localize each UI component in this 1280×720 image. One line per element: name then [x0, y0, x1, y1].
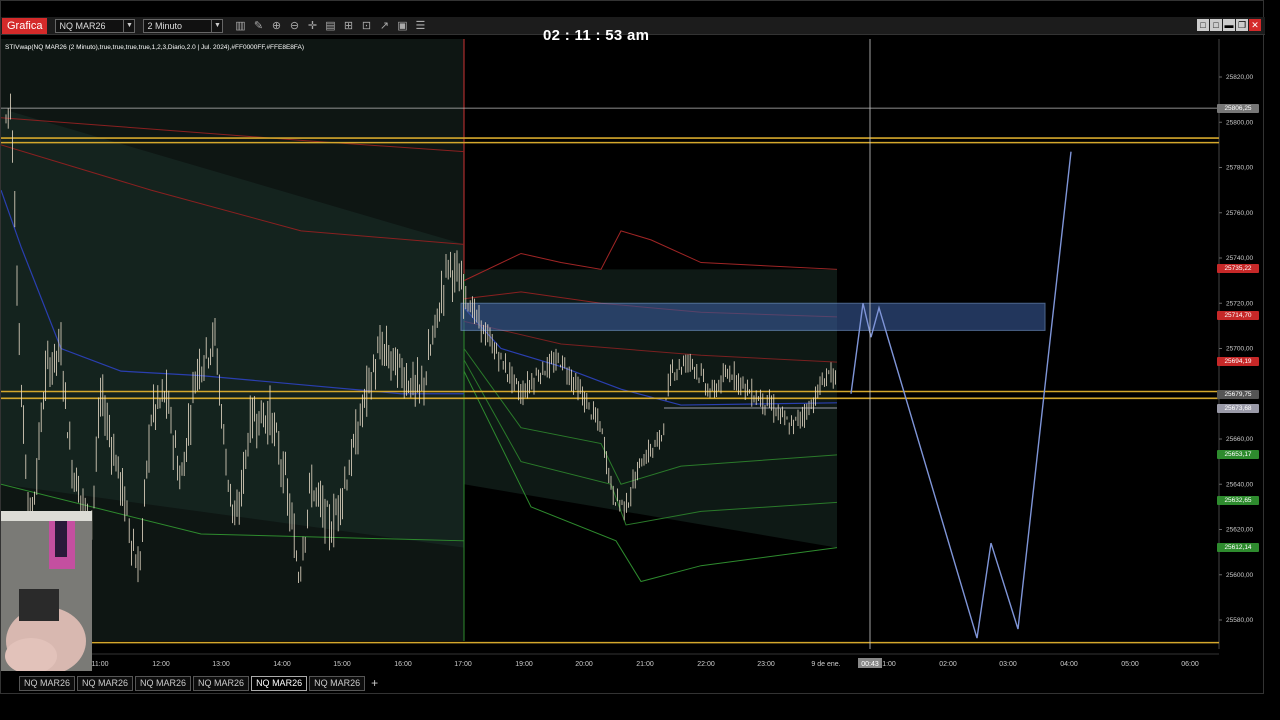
crosshair-time-label: 00:43 [861, 661, 879, 668]
crosshair-icon[interactable]: ✛ [303, 18, 321, 34]
time-tick-label: 03:00 [999, 661, 1017, 668]
price-tag: 25694,19 [1217, 357, 1259, 367]
list-icon[interactable]: ☰ [411, 18, 429, 34]
time-tick-label: 04:00 [1060, 661, 1078, 668]
time-tick-label: 02:00 [939, 661, 957, 668]
restore-button[interactable]: ❐ [1236, 19, 1248, 31]
minimize-button[interactable]: ▬ [1223, 19, 1235, 31]
webcam-overlay [1, 511, 92, 671]
chevron-down-icon: ▼ [211, 19, 222, 32]
price-tag: 25653,17 [1217, 449, 1259, 459]
price-tick-label: 25780,00 [1226, 165, 1253, 172]
tab-instrument[interactable]: NQ MAR26 [135, 675, 192, 691]
app-label: Grafica [2, 17, 48, 34]
zoom-in-icon[interactable]: ⊕ [267, 18, 285, 34]
indicator-label: STIVwap(NQ MAR26 (2 Minuto),true,true,tr… [5, 44, 305, 51]
time-tick-label: 14:00 [273, 661, 291, 668]
price-tag: 25679,75 [1217, 389, 1259, 399]
time-tick-label: 12:00 [152, 661, 170, 668]
tile-button[interactable]: □ [1197, 19, 1209, 31]
time-tick-label: 22:00 [697, 661, 715, 668]
price-tag: 25632,65 [1217, 496, 1259, 506]
time-tick-label: 9 de ene. [811, 661, 840, 668]
price-axis-bg [1219, 39, 1263, 649]
instrument-select-value: NQ MAR26 [59, 20, 106, 31]
time-tick-label: 13:00 [212, 661, 230, 668]
window-buttons: □ □ ▬ ❐ ✕ [1197, 19, 1261, 31]
price-tag: 25714,70 [1217, 310, 1259, 320]
price-tick-label: 25640,00 [1226, 481, 1253, 488]
tab-instrument[interactable]: NQ MAR26 [19, 675, 76, 691]
price-tick-label: 25600,00 [1226, 572, 1253, 579]
strategies-icon[interactable]: ⊡ [357, 18, 375, 34]
time-tick-label: 11:00 [92, 661, 109, 668]
templates-icon[interactable]: ⊞ [339, 18, 357, 34]
zoom-out-icon[interactable]: ⊖ [285, 18, 303, 34]
chart-window: Grafica NQ MAR26 ▼ 2 Minuto ▼ ▥ ✎ ⊕ ⊖ ✛ … [0, 0, 1265, 694]
time-tick-label: 23:00 [757, 661, 775, 668]
time-tick-label: 05:00 [1121, 661, 1139, 668]
properties-icon[interactable]: ▤ [321, 18, 339, 34]
time-tick-label: 17:00 [454, 661, 472, 668]
projection-line [850, 151, 1072, 639]
clock: 02 : 11 : 53 am [543, 27, 650, 44]
tab-instrument[interactable]: NQ MAR26 [77, 675, 134, 691]
drawing-tools-icon[interactable]: ↗ [375, 18, 393, 34]
interval-select[interactable]: 2 Minuto ▼ [143, 18, 224, 33]
price-tag: 25673,68 [1217, 403, 1259, 413]
cascade-button[interactable]: □ [1210, 19, 1222, 31]
price-tick-label: 25740,00 [1226, 255, 1253, 262]
supply-zone-rectangle [460, 302, 1046, 331]
price-tag: 25806,25 [1217, 103, 1259, 113]
time-tick-label: 19:00 [515, 661, 533, 668]
price-tick-label: 25820,00 [1226, 74, 1253, 81]
price-chart[interactable]: 25820,00 25800,00 25780,00 25760,00 25740,00… [1, 39, 1263, 671]
bottom-tabs: NQ MAR26 NQ MAR26 NQ MAR26 NQ MAR26 NQ M… [19, 675, 378, 691]
price-tick-label: 25660,00 [1226, 436, 1253, 443]
time-tick-label: 15:00 [333, 661, 351, 668]
close-button[interactable]: ✕ [1249, 19, 1261, 31]
time-tick-label: 16:00 [394, 661, 412, 668]
chevron-down-icon: ▼ [123, 19, 134, 32]
interval-select-value: 2 Minuto [147, 20, 182, 31]
price-tick-label: 25580,00 [1226, 617, 1253, 624]
tab-instrument[interactable]: NQ MAR26 [193, 675, 250, 691]
time-tick-label: 20:00 [575, 661, 593, 668]
add-tab-button[interactable]: + [371, 676, 378, 690]
tab-instrument-active[interactable]: NQ MAR26 [251, 675, 308, 691]
tab-instrument[interactable]: NQ MAR26 [309, 675, 366, 691]
price-tick-label: 25720,00 [1226, 300, 1253, 307]
pencil-icon[interactable]: ✎ [249, 18, 267, 34]
instrument-select[interactable]: NQ MAR26 ▼ [55, 18, 136, 33]
price-tick-label: 25760,00 [1226, 210, 1253, 217]
price-tag: 25735,22 [1217, 264, 1259, 274]
data-box-icon[interactable]: ▣ [393, 18, 411, 34]
price-tick-label: 25620,00 [1226, 527, 1253, 534]
time-tick-label: 1:00 [882, 661, 896, 668]
price-tick-label: 25800,00 [1226, 119, 1253, 126]
bar-chart-icon[interactable]: ▥ [231, 18, 249, 34]
price-tag: 25612,14 [1217, 542, 1259, 552]
time-tick-label: 06:00 [1181, 661, 1199, 668]
price-tick-label: 25700,00 [1226, 346, 1253, 353]
time-tick-label: 21:00 [636, 661, 654, 668]
